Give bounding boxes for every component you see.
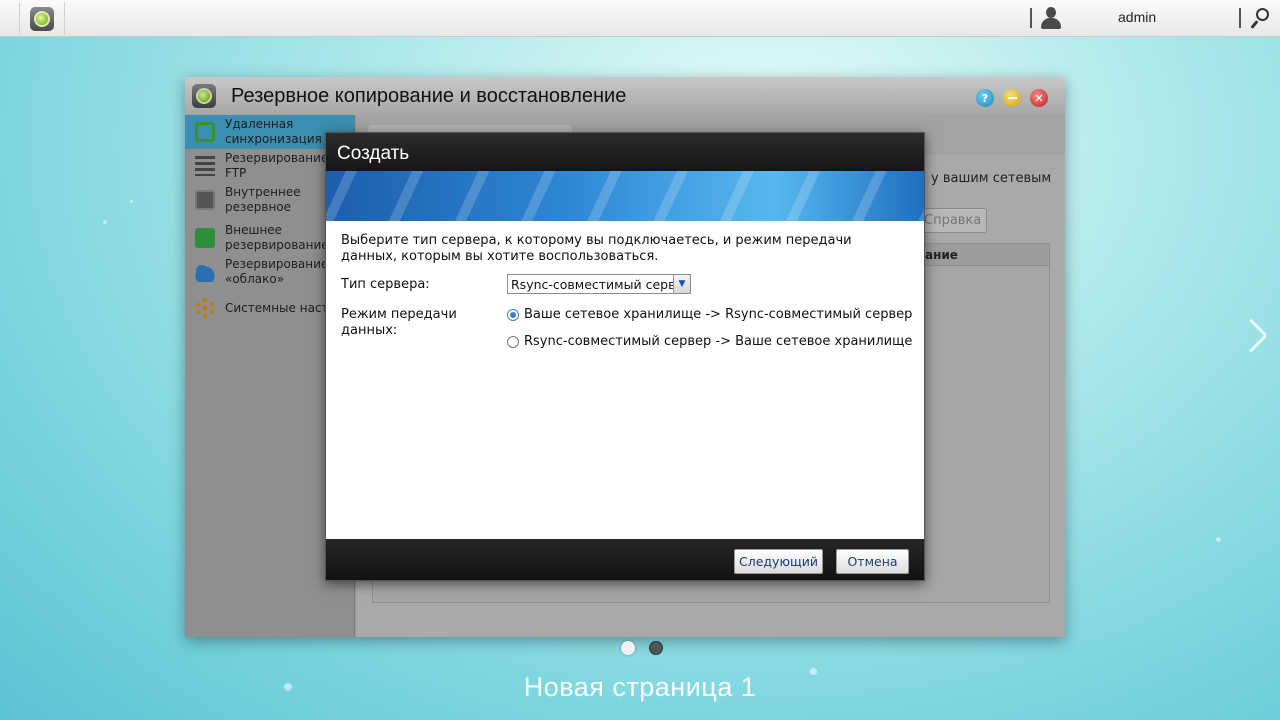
question-icon: ?	[981, 91, 989, 105]
backup-app-icon	[30, 6, 54, 31]
minimize-button[interactable]	[1003, 89, 1021, 107]
divider	[1239, 8, 1241, 28]
transfer-mode-option-rsync-to-nas[interactable]: Rsync-совместимый сервер -> Ваше сетевое…	[507, 334, 912, 349]
server-type-select[interactable]: Rsync-совместимый сервер ▼	[507, 274, 691, 294]
background-sparkle	[130, 200, 133, 203]
cloud-icon	[195, 262, 215, 282]
server-type-label: Тип сервера:	[341, 277, 430, 292]
external-backup-icon	[195, 228, 215, 248]
background-sparkle	[103, 220, 107, 224]
radio-button[interactable]	[507, 335, 519, 348]
dialog-title: Создать	[337, 143, 410, 164]
close-button[interactable]: ✕	[1030, 89, 1048, 107]
window-title: Резервное копирование и восстановление	[231, 85, 627, 107]
page-caption: Новая страница 1	[523, 672, 757, 702]
ftp-icon	[195, 156, 215, 176]
app-icon	[192, 84, 216, 108]
page-indicator[interactable]	[649, 641, 663, 655]
chevron-down-icon[interactable]: ▼	[673, 275, 690, 293]
sidebar-item-label: Удаленная синхронизация	[225, 117, 322, 146]
close-icon: ✕	[1034, 91, 1044, 105]
user-icon[interactable]	[1040, 6, 1062, 30]
table-column-header[interactable]: ание	[925, 248, 958, 262]
search-icon[interactable]	[1250, 7, 1272, 31]
dialog-footer: Следующий Отмена	[326, 539, 924, 580]
transfer-mode-label: Режим передачи данных:	[341, 307, 457, 338]
divider	[1030, 8, 1032, 28]
sidebar-item-label: Резервирование п FTP	[225, 151, 340, 180]
content-help-button[interactable]: Справка	[918, 208, 987, 233]
page-indicator-active[interactable]	[621, 641, 635, 655]
dialog-instructions: Выберите тип сервера, к которому вы подк…	[341, 233, 852, 264]
transfer-mode-option-label: Rsync-совместимый сервер -> Ваше сетевое…	[524, 334, 913, 349]
server-type-value: Rsync-совместимый сервер	[511, 277, 673, 292]
internal-backup-icon	[195, 190, 215, 210]
sidebar-item-label: Внешнее резервирование	[225, 223, 329, 252]
background-sparkle	[1216, 537, 1221, 542]
minus-icon	[1007, 97, 1017, 99]
content-description: у вашим сетевым	[931, 171, 1052, 186]
sidebar-item-label: Внутреннее резервное	[225, 185, 301, 214]
username-label[interactable]: admin	[1118, 9, 1156, 25]
window-titlebar[interactable]: Резервное копирование и восстановление ?…	[185, 77, 1065, 115]
next-button[interactable]: Следующий	[734, 549, 823, 574]
dialog-banner	[326, 171, 924, 221]
sidebar-item-label: Системные настр	[225, 300, 337, 315]
dialog-header[interactable]: Создать	[326, 133, 924, 171]
sync-icon	[195, 122, 215, 142]
transfer-mode-option-nas-to-rsync[interactable]: Ваше сетевое хранилище -> Rsync-совмести…	[507, 307, 912, 322]
dialog-body: Выберите тип сервера, к которому вы подк…	[326, 221, 924, 539]
radio-button-selected[interactable]	[507, 308, 519, 321]
gear-icon	[195, 298, 215, 318]
help-button[interactable]: ?	[976, 89, 994, 107]
transfer-mode-option-label: Ваше сетевое хранилище -> Rsync-совмести…	[524, 307, 913, 322]
app-launcher-button[interactable]	[19, 2, 65, 35]
sidebar-item-label: Резервирование «облако»	[225, 257, 329, 286]
create-dialog: Создать Выберите тип сервера, к которому…	[325, 132, 925, 581]
cancel-button[interactable]: Отмена	[836, 549, 909, 574]
next-page-arrow-icon[interactable]	[1243, 316, 1273, 356]
top-bar: admin	[0, 0, 1280, 37]
